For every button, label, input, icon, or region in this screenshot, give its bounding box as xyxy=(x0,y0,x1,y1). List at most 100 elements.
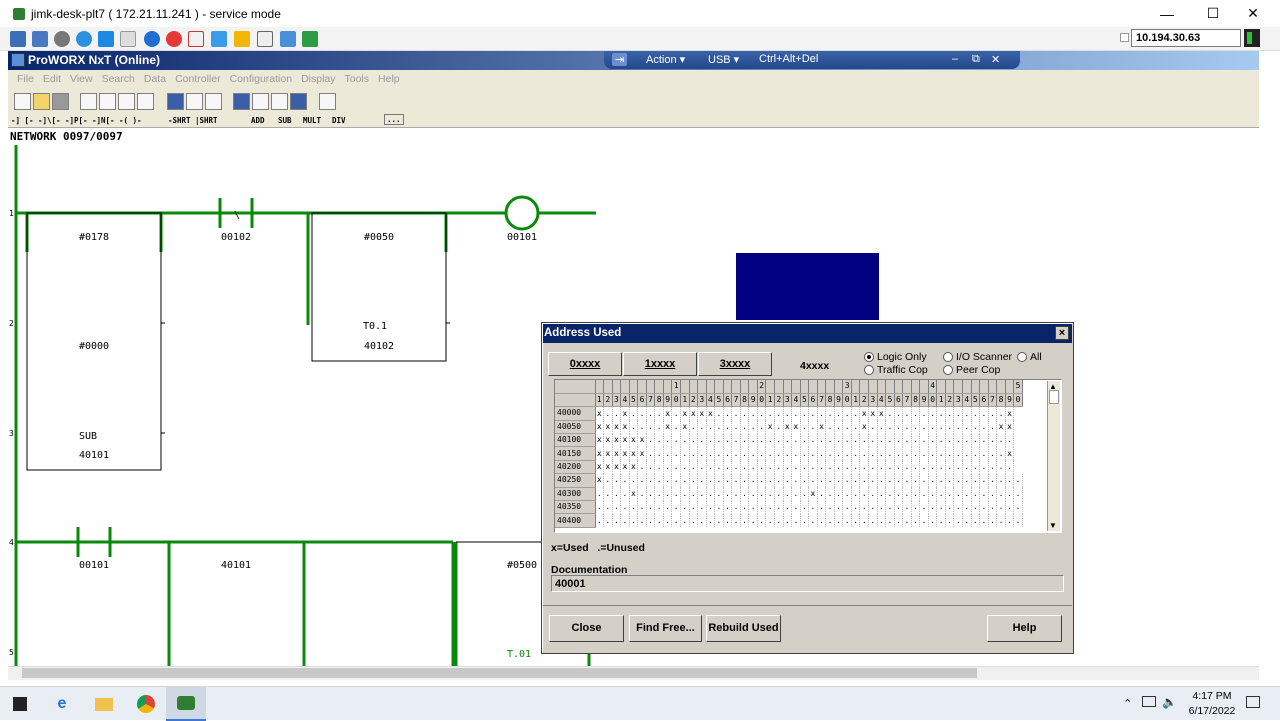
menu-controller[interactable]: Controller xyxy=(175,73,221,85)
ip-checkbox[interactable] xyxy=(1120,33,1129,42)
kvm-action-menu[interactable]: Action ▾ xyxy=(646,53,685,66)
settings-tool-icon[interactable] xyxy=(319,93,336,110)
trace-icon[interactable] xyxy=(252,93,269,110)
binoculars-icon[interactable] xyxy=(186,93,203,110)
instr-shrt-h[interactable]: -SHRT xyxy=(168,116,191,125)
print-icon[interactable] xyxy=(52,93,69,110)
grid-scroll-thumb[interactable] xyxy=(1049,390,1059,404)
help-button[interactable]: Help xyxy=(987,615,1062,642)
goto-icon[interactable] xyxy=(233,93,250,110)
rebuild-used-button[interactable]: Rebuild Used xyxy=(706,615,781,642)
network-view-icon[interactable] xyxy=(167,93,184,110)
new-file-icon[interactable] xyxy=(14,93,31,110)
clock-time[interactable]: 4:17 PM xyxy=(1184,690,1240,702)
menu-display[interactable]: Display xyxy=(301,73,335,85)
network-tray-icon[interactable] xyxy=(1142,696,1156,707)
clipboard-icon[interactable] xyxy=(188,31,204,47)
address-cell: . xyxy=(834,460,844,474)
refresh-icon[interactable] xyxy=(76,31,92,47)
menu-view[interactable]: View xyxy=(70,73,93,85)
instr-no-contact[interactable]: -] [- xyxy=(11,116,34,125)
monitor-view-icon[interactable] xyxy=(290,93,307,110)
menu-data[interactable]: Data xyxy=(144,73,166,85)
instr-n-contact[interactable]: -]N[- xyxy=(92,116,115,125)
kvm-restore-button[interactable]: ⧉ xyxy=(972,53,980,66)
radio-logic-only[interactable]: Logic Only xyxy=(864,351,927,363)
fullscreen-icon[interactable] xyxy=(32,31,48,47)
scroll-down-icon[interactable]: ▼ xyxy=(1049,521,1057,530)
file-explorer-icon[interactable] xyxy=(84,687,124,721)
menu-tools[interactable]: Tools xyxy=(345,73,370,85)
chevron-up-icon[interactable]: ⌃ xyxy=(1123,697,1132,710)
radio-traffic-cop[interactable]: Traffic Cop xyxy=(864,364,928,376)
address-cell: . xyxy=(637,460,647,474)
paste-icon[interactable] xyxy=(118,93,135,110)
instr-shrt-v[interactable]: |SHRT xyxy=(195,116,218,125)
capture-icon[interactable] xyxy=(257,31,273,47)
radio-peer-cop[interactable]: Peer Cop xyxy=(943,364,1000,376)
menu-search[interactable]: Search xyxy=(102,73,135,85)
minimize-button[interactable]: — xyxy=(1144,0,1190,27)
document-icon[interactable] xyxy=(120,31,136,47)
address-cell: . xyxy=(740,487,750,501)
tab-4xxxx[interactable]: 4xxxx xyxy=(800,360,829,372)
scrollbar-thumb[interactable] xyxy=(22,668,977,678)
menu-file[interactable]: File xyxy=(17,73,34,85)
find-free-button[interactable]: Find Free... xyxy=(629,615,702,642)
find-icon[interactable] xyxy=(205,93,222,110)
windows-icon[interactable] xyxy=(98,31,114,47)
close-dialog-button[interactable]: Close xyxy=(549,615,624,642)
gear-icon[interactable] xyxy=(54,31,70,47)
documentation-field[interactable]: 40001 xyxy=(551,575,1064,592)
menu-help[interactable]: Help xyxy=(378,73,400,85)
volume-icon[interactable]: 🔈 xyxy=(1162,695,1177,709)
instr-nc-contact[interactable]: -]\[- xyxy=(38,116,61,125)
ip-address-field[interactable]: 10.194.30.63 xyxy=(1131,29,1241,47)
grid-vertical-scrollbar[interactable]: ▲ ▼ xyxy=(1047,381,1060,531)
kvm-usb-menu[interactable]: USB ▾ xyxy=(708,53,739,66)
tab-3xxxx[interactable]: 3xxxx xyxy=(698,352,772,376)
notification-icon[interactable] xyxy=(1246,696,1260,708)
instr-add[interactable]: ADD xyxy=(251,116,265,125)
chart-icon[interactable] xyxy=(271,93,288,110)
info-icon[interactable] xyxy=(144,31,160,47)
copy-icon[interactable] xyxy=(99,93,116,110)
instr-coil[interactable]: -( )- xyxy=(119,116,142,125)
kvm-minimize-button[interactable]: – xyxy=(952,53,958,65)
instr-p-contact[interactable]: -]P[- xyxy=(65,116,88,125)
radio-all[interactable]: All xyxy=(1017,351,1042,363)
menu-edit[interactable]: Edit xyxy=(43,73,61,85)
instr-mult[interactable]: MULT xyxy=(303,116,321,125)
dialog-close-button[interactable]: × xyxy=(1055,326,1069,340)
address-cell: . xyxy=(834,446,844,461)
edge-icon[interactable]: e xyxy=(42,687,82,721)
menu-configuration[interactable]: Configuration xyxy=(230,73,292,85)
chat-icon[interactable] xyxy=(302,31,318,47)
folder-icon[interactable] xyxy=(234,31,250,47)
settings-icon[interactable] xyxy=(10,31,26,47)
instr-more[interactable]: ... xyxy=(384,114,404,125)
tab-0xxxx[interactable]: 0xxxx xyxy=(548,352,622,376)
address-cell: . xyxy=(868,460,878,474)
edit-icon[interactable] xyxy=(137,93,154,110)
chrome-icon[interactable] xyxy=(126,687,166,721)
address-grid[interactable]: 1234512345678901234567890123456789012345… xyxy=(554,379,1062,533)
address-cell: . xyxy=(817,487,827,501)
close-button[interactable]: ✕ xyxy=(1230,0,1276,27)
instr-sub[interactable]: SUB xyxy=(278,116,292,125)
pin-icon[interactable]: ⇥ xyxy=(612,53,628,66)
clock-date[interactable]: 6/17/2022 xyxy=(1184,705,1240,717)
remote-app-icon[interactable] xyxy=(166,687,206,721)
ctrl-alt-del-button[interactable]: Ctrl+Alt+Del xyxy=(759,53,818,65)
radio-io-scanner[interactable]: I/O Scanner xyxy=(943,351,1012,363)
cut-icon[interactable] xyxy=(80,93,97,110)
address-cell: . xyxy=(646,513,656,528)
disconnect-icon[interactable] xyxy=(166,31,182,47)
kvm-close-button[interactable]: ✕ xyxy=(991,53,1000,66)
monitor-icon[interactable] xyxy=(211,31,227,47)
instr-div[interactable]: DIV xyxy=(332,116,346,125)
start-windows-icon[interactable] xyxy=(0,687,40,721)
open-folder-icon[interactable] xyxy=(33,93,50,110)
network-icon[interactable] xyxy=(280,31,296,47)
tab-1xxxx[interactable]: 1xxxx xyxy=(623,352,697,376)
